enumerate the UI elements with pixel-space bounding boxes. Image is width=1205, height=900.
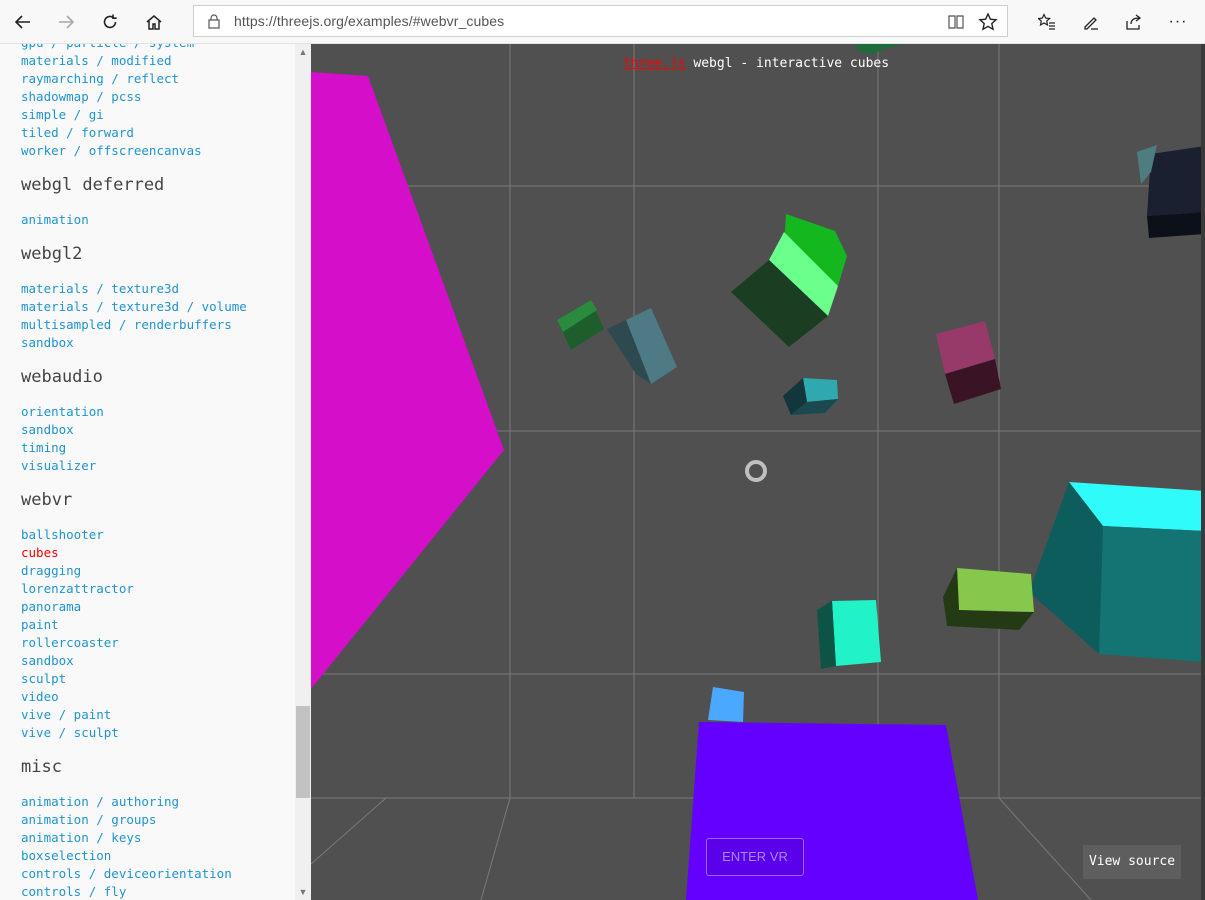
lock-icon (208, 14, 220, 29)
cube (957, 568, 1034, 612)
sidebar-link[interactable]: sandbox (21, 652, 291, 670)
page-scrollbar[interactable] (1201, 44, 1205, 900)
3d-scene (311, 44, 1205, 900)
browser-toolbar: https://threejs.org/examples/#webvr_cube… (0, 0, 1205, 44)
share-icon[interactable] (1118, 6, 1150, 38)
sidebar-link[interactable]: tiled / forward (21, 124, 291, 142)
sidebar-link[interactable]: orientation (21, 403, 291, 421)
refresh-icon[interactable] (94, 6, 126, 38)
sidebar[interactable]: gpu / particle / system materials / modi… (0, 44, 311, 900)
scrollbar-thumb[interactable] (296, 706, 310, 798)
category-heading: webgl deferred (21, 175, 165, 195)
info-text: webgl - interactive cubes (685, 56, 890, 71)
sidebar-scrollbar[interactable]: ▲ ▼ (295, 44, 311, 900)
favorites-icon[interactable] (1031, 6, 1063, 38)
sidebar-link[interactable]: boxselection (21, 847, 291, 865)
sidebar-link[interactable]: worker / offscreencanvas (21, 142, 291, 160)
scroll-down-arrow-icon[interactable]: ▼ (295, 884, 311, 900)
more-icon[interactable]: ··· (1162, 6, 1194, 38)
sidebar-link[interactable]: ballshooter (21, 526, 291, 544)
address-bar[interactable]: https://threejs.org/examples/#webvr_cube… (193, 5, 1008, 37)
sidebar-link[interactable]: shadowmap / pcss (21, 88, 291, 106)
sidebar-link[interactable]: animation / keys (21, 829, 291, 847)
sidebar-link[interactable]: vive / paint (21, 706, 291, 724)
url-text[interactable]: https://threejs.org/examples/#webvr_cube… (234, 13, 504, 29)
forward-icon[interactable] (50, 6, 82, 38)
reading-view-icon[interactable] (946, 12, 966, 32)
sidebar-link[interactable]: controls / fly (21, 883, 291, 900)
threejs-link[interactable]: three.js (623, 56, 686, 71)
sidebar-link[interactable]: raymarching / reflect (21, 70, 291, 88)
sidebar-link-selected[interactable]: cubes (21, 544, 291, 562)
category-heading: misc (21, 757, 62, 777)
sidebar-link[interactable]: animation (21, 211, 291, 229)
sidebar-link[interactable]: visualizer (21, 457, 291, 475)
cube (708, 687, 744, 722)
category-heading: webgl2 (21, 244, 83, 264)
webgl-viewport[interactable]: three.js webgl - interactive cubes ENTER… (311, 44, 1205, 900)
back-icon[interactable] (7, 6, 39, 38)
magenta-panel (311, 72, 504, 689)
cube (832, 600, 881, 666)
sidebar-content: gpu / particle / system materials / modi… (21, 44, 291, 900)
sidebar-link[interactable]: rollercoaster (21, 634, 291, 652)
cube (1147, 146, 1205, 216)
sidebar-link[interactable]: materials / texture3d / volume (21, 298, 291, 316)
sidebar-link[interactable]: panorama (21, 598, 291, 616)
reticle-icon (745, 460, 767, 482)
sidebar-link[interactable]: controls / deviceorientation (21, 865, 291, 883)
sidebar-link[interactable]: sculpt (21, 670, 291, 688)
home-icon[interactable] (138, 6, 170, 38)
sidebar-link[interactable]: video (21, 688, 291, 706)
sidebar-link[interactable]: animation / authoring (21, 793, 291, 811)
sidebar-link[interactable]: paint (21, 616, 291, 634)
cube (1147, 212, 1205, 238)
cube (803, 378, 838, 402)
sidebar-link[interactable]: sandbox (21, 334, 291, 352)
sidebar-link[interactable]: dragging (21, 562, 291, 580)
sidebar-link[interactable]: materials / modified (21, 52, 291, 70)
sidebar-link[interactable]: animation / groups (21, 811, 291, 829)
sidebar-link[interactable]: timing (21, 439, 291, 457)
sidebar-link[interactable]: lorenzattractor (21, 580, 291, 598)
sidebar-link[interactable]: multisampled / renderbuffers (21, 316, 291, 334)
sidebar-link[interactable]: simple / gi (21, 106, 291, 124)
sidebar-link[interactable]: materials / texture3d (21, 280, 291, 298)
sidebar-link[interactable]: gpu / particle / system (21, 44, 291, 52)
enter-vr-button[interactable]: ENTER VR (706, 838, 804, 876)
view-source-button[interactable]: View source (1083, 845, 1181, 879)
category-heading: webaudio (21, 367, 103, 387)
favorite-star-icon[interactable] (978, 12, 998, 32)
sidebar-link[interactable]: vive / sculpt (21, 724, 291, 742)
cube (1099, 526, 1205, 662)
notes-icon[interactable] (1075, 6, 1107, 38)
info-header: three.js webgl - interactive cubes (311, 56, 1201, 71)
scroll-up-arrow-icon[interactable]: ▲ (295, 44, 311, 60)
category-heading: webvr (21, 490, 73, 510)
sidebar-link[interactable]: sandbox (21, 421, 291, 439)
